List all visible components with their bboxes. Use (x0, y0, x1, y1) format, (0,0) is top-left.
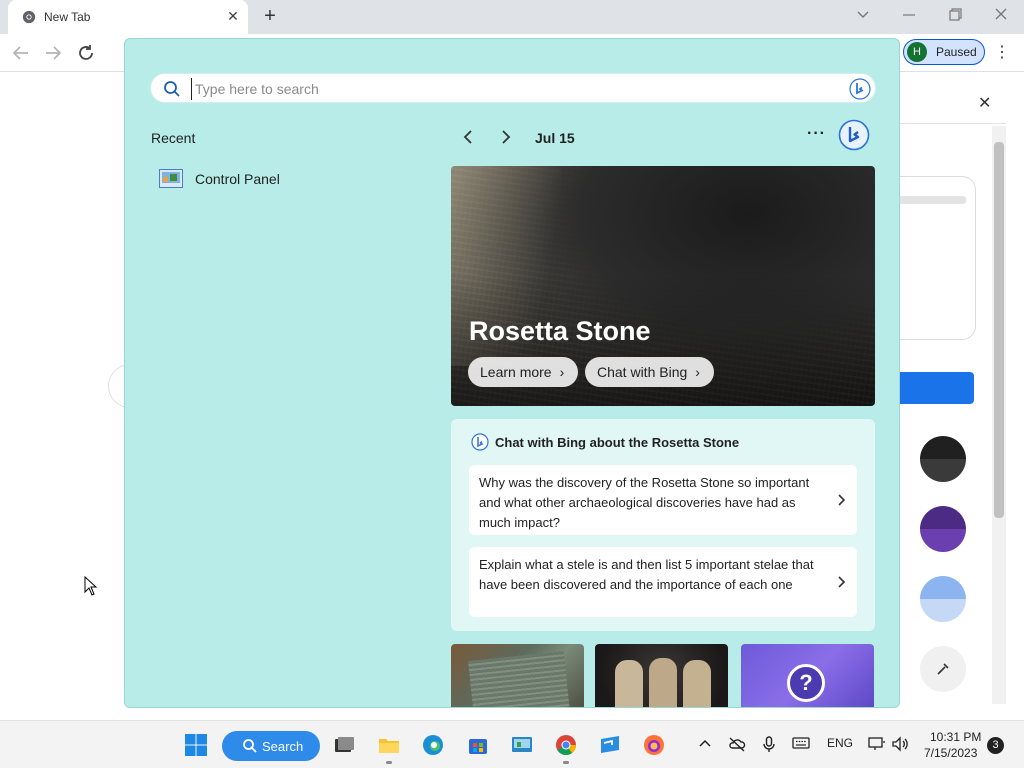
tab-search-icon[interactable] (851, 5, 875, 25)
active-indicator (386, 761, 392, 764)
learn-more-label: Learn more (480, 364, 552, 380)
firefox-icon[interactable] (642, 733, 666, 757)
chat-with-bing-button[interactable]: Chat with Bing › (585, 357, 714, 387)
chat-with-bing-label: Chat with Bing (597, 364, 688, 380)
volume-icon[interactable] (891, 736, 909, 752)
chat-with-bing-card: Chat with Bing about the Rosetta Stone W… (451, 419, 875, 631)
question-mark-icon: ? (787, 664, 825, 702)
reload-icon[interactable] (75, 42, 97, 64)
taskbar-search-label: Search (262, 739, 304, 754)
restore-icon[interactable] (943, 5, 967, 25)
color-swatch-black[interactable] (920, 436, 966, 482)
edge-icon[interactable] (421, 733, 445, 757)
clock-date[interactable]: 7/15/2023 (924, 746, 977, 760)
avatar: H (907, 42, 927, 62)
remote-desktop-icon[interactable] (598, 733, 622, 757)
search-input[interactable] (191, 78, 791, 100)
keyboard-icon[interactable] (792, 736, 810, 750)
chevron-right-icon: › (559, 364, 565, 380)
mouse-cursor-icon (84, 576, 98, 596)
side-panel-blue-button[interactable] (896, 372, 974, 404)
color-swatch-light-blue[interactable] (920, 576, 966, 622)
chevron-right-icon (838, 494, 846, 506)
highlight-date: Jul 15 (535, 130, 575, 146)
bing-icon[interactable] (849, 78, 871, 100)
scrollbar-thumb[interactable] (994, 142, 1004, 518)
show-hidden-icons-icon[interactable] (698, 736, 712, 750)
jar-image (649, 658, 677, 707)
chat-prompt-item[interactable]: Why was the discovery of the Rosetta Sto… (469, 465, 857, 535)
hero-title: Rosetta Stone (469, 316, 651, 346)
tab-strip: New Tab ✕ + (0, 0, 1024, 34)
microsoft-store-icon[interactable] (466, 733, 490, 757)
stone-image (468, 651, 570, 707)
more-options-icon[interactable]: ··· (807, 125, 826, 143)
side-panel-close-icon[interactable]: ✕ (978, 93, 991, 113)
recent-heading: Recent (151, 130, 196, 146)
chat-prompt-text: Explain what a stele is and then list 5 … (479, 557, 814, 592)
back-icon[interactable] (10, 42, 32, 64)
side-panel-divider (900, 123, 1006, 124)
color-swatch-purple[interactable] (920, 506, 966, 552)
eyedropper-icon (937, 663, 949, 675)
onedrive-offline-icon[interactable] (728, 736, 746, 752)
network-icon[interactable] (868, 736, 886, 752)
thumbnail-quiz[interactable]: ? (741, 644, 874, 707)
bing-icon (471, 433, 489, 451)
chat-prompt-item[interactable]: Explain what a stele is and then list 5 … (469, 547, 857, 617)
learn-more-button[interactable]: Learn more › (468, 357, 579, 387)
chrome-menu-icon[interactable]: ⋮ (994, 42, 1010, 62)
tab-close-icon[interactable]: ✕ (224, 7, 242, 25)
chrome-taskbar-icon[interactable] (554, 733, 578, 757)
file-explorer-icon[interactable] (377, 733, 401, 757)
chat-card-heading: Chat with Bing about the Rosetta Stone (495, 435, 740, 450)
control-panel-taskbar-icon[interactable] (510, 733, 534, 757)
task-view-icon[interactable] (332, 733, 356, 757)
new-tab-button[interactable]: + (258, 5, 282, 29)
chat-prompt-text: Why was the discovery of the Rosetta Sto… (479, 475, 810, 530)
profile-paused-button[interactable]: H Paused (903, 39, 985, 65)
recent-item-label: Control Panel (195, 171, 280, 187)
active-indicator (563, 761, 569, 764)
close-window-icon[interactable] (989, 5, 1013, 25)
tab-title: New Tab (44, 10, 91, 24)
taskbar-search-button[interactable]: Search (222, 731, 320, 761)
chrome-icon (22, 10, 36, 24)
search-box[interactable] (150, 73, 876, 103)
recent-item-control-panel[interactable]: Control Panel (159, 167, 379, 191)
forward-icon[interactable] (42, 42, 64, 64)
search-icon (164, 81, 180, 97)
tab-new-tab[interactable]: New Tab ✕ (8, 0, 248, 34)
search-icon (243, 739, 257, 753)
next-day-icon[interactable] (497, 127, 515, 147)
clock-time[interactable]: 10:31 PM (930, 730, 981, 744)
microphone-icon[interactable] (762, 736, 776, 754)
profile-status-label: Paused (936, 45, 977, 59)
thumbnail-rosetta-stone[interactable] (451, 644, 584, 707)
hero-card[interactable]: Rosetta Stone Learn more › Chat with Bing… (451, 166, 875, 406)
input-language-indicator[interactable]: ENG (827, 736, 853, 750)
control-panel-icon (159, 169, 183, 188)
search-flyout: Recent Control Panel Jul 15 ··· Rosetta … (124, 38, 900, 708)
bing-chat-icon[interactable] (838, 119, 870, 151)
jar-image (683, 660, 711, 707)
thumbnail-canopic-jars[interactable] (595, 644, 728, 707)
taskbar: Search ENG 10:31 PM 7/15/2023 3 (0, 720, 1024, 768)
chevron-right-icon: › (695, 364, 700, 380)
chevron-right-icon (838, 576, 846, 588)
side-panel-preview-bar (896, 196, 966, 204)
color-picker-button[interactable] (920, 646, 966, 692)
jar-image (615, 660, 643, 707)
windows-start-icon[interactable] (184, 733, 208, 757)
notification-badge[interactable]: 3 (987, 737, 1004, 754)
minimize-icon[interactable] (897, 5, 921, 25)
previous-day-icon[interactable] (459, 127, 477, 147)
